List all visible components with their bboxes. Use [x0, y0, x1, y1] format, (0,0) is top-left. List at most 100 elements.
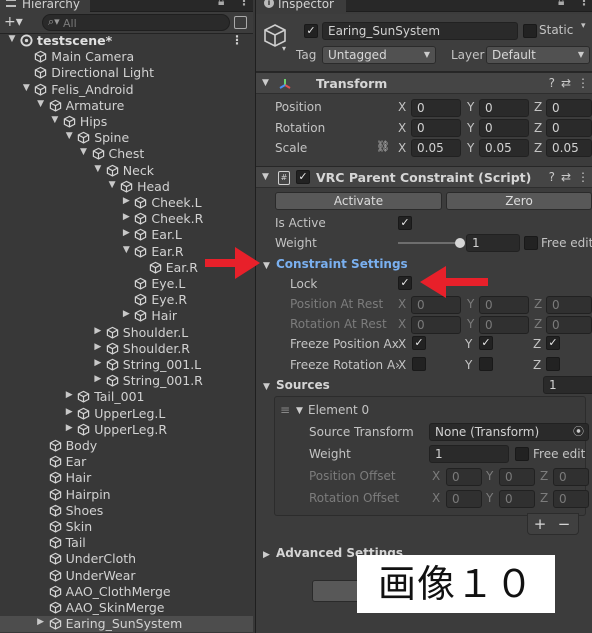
collapse-arrow-icon[interactable]: ▼	[262, 172, 269, 182]
hierarchy-row[interactable]: Skin	[0, 519, 253, 535]
expanded-arrow-icon[interactable]: ▼	[107, 180, 117, 190]
hierarchy-row[interactable]: ▶ String_001.R	[0, 373, 253, 389]
collapsed-arrow-icon[interactable]: ▶	[121, 212, 131, 222]
hierarchy-row[interactable]: ▼ testscene* ⋮	[0, 33, 253, 49]
hierarchy-row[interactable]: Body	[0, 438, 253, 454]
hierarchy-row[interactable]: Shoes	[0, 503, 253, 519]
remove-source-button[interactable]: −	[552, 514, 576, 534]
collapsed-arrow-icon[interactable]: ▶	[121, 196, 131, 206]
collapsed-arrow-icon[interactable]: ▶	[64, 407, 74, 417]
hierarchy-tab[interactable]: Hierarchy	[0, 0, 90, 12]
hierarchy-row[interactable]: ▶ Shoulder.L	[0, 325, 253, 341]
lock-checkbox[interactable]: ✓	[398, 276, 412, 290]
hierarchy-row[interactable]: ▶ UpperLeg.R	[0, 422, 253, 438]
drag-handle-icon[interactable]: ≡	[280, 403, 290, 417]
freeze-pos-y-checkbox[interactable]: ✓	[479, 336, 493, 350]
constraint-header[interactable]: ▼ # ✓ VRC Parent Constraint (Script) ? ⇄ ⋮	[256, 166, 592, 188]
inspector-tab[interactable]: i Inspector	[256, 0, 346, 12]
position-x-field[interactable]: 0	[411, 99, 461, 117]
scale-z-field[interactable]: 0.05	[546, 139, 592, 157]
freeze-rot-x-checkbox[interactable]	[412, 357, 426, 371]
constraint-settings-header[interactable]: Constraint Settings	[276, 257, 408, 271]
hierarchy-row[interactable]: ▶ Hair	[0, 308, 253, 324]
activate-button[interactable]: Activate	[275, 192, 442, 210]
hierarchy-row[interactable]: UnderCloth	[0, 551, 253, 567]
icon-dropdown-icon[interactable]: ▾	[282, 44, 286, 53]
is-active-checkbox[interactable]: ✓	[398, 216, 412, 230]
hierarchy-row[interactable]: ▶ UpperLeg.L	[0, 406, 253, 422]
expanded-arrow-icon[interactable]: ▼	[79, 147, 89, 157]
rotation-y-field[interactable]: 0	[479, 119, 529, 137]
expanded-arrow-icon[interactable]: ▼	[50, 115, 60, 125]
lock-icon[interactable]: 🔒︎	[218, 0, 224, 9]
collapsed-arrow-icon[interactable]: ▶	[121, 228, 131, 238]
window-menu-icon[interactable]: ⋮	[578, 0, 590, 8]
collapsed-arrow-icon[interactable]: ▶	[93, 342, 103, 352]
expanded-arrow-icon[interactable]: ▼	[64, 131, 74, 141]
free-edit-checkbox[interactable]	[524, 236, 538, 250]
hierarchy-row[interactable]: ▼ Head	[0, 179, 253, 195]
sources-header[interactable]: Sources	[276, 378, 330, 392]
weight-slider-thumb[interactable]	[455, 238, 465, 248]
object-name-field[interactable]: Earing_SunSystem	[322, 22, 518, 40]
component-menu-icon[interactable]: ⋮	[577, 170, 589, 184]
hierarchy-row[interactable]: Hairpin	[0, 487, 253, 503]
search-input[interactable]	[63, 16, 223, 30]
add-source-button[interactable]: +	[528, 514, 552, 534]
scene-menu-icon[interactable]: ⋮	[231, 33, 243, 47]
static-dropdown-icon[interactable]: ▾	[581, 21, 586, 31]
source-transform-field[interactable]: None (Transform) ⦿	[429, 423, 589, 441]
collapse-arrow-icon[interactable]: ▼	[296, 406, 303, 416]
static-checkbox[interactable]	[523, 24, 537, 38]
hierarchy-row[interactable]: Tail	[0, 535, 253, 551]
collapsed-arrow-icon[interactable]: ▶	[93, 358, 103, 368]
help-icon[interactable]: ?	[549, 170, 555, 184]
hierarchy-row[interactable]: ▶ Shoulder.R	[0, 341, 253, 357]
hierarchy-row[interactable]: ▶ Cheek.R	[0, 211, 253, 227]
scene-search-icon[interactable]	[234, 16, 247, 29]
scale-x-field[interactable]: 0.05	[411, 139, 461, 157]
zero-button[interactable]: Zero	[446, 192, 592, 210]
hierarchy-row[interactable]: UnderWear	[0, 568, 253, 584]
add-object-button[interactable]: +▾	[4, 14, 23, 30]
rotation-x-field[interactable]: 0	[411, 119, 461, 137]
window-menu-icon[interactable]: ⋮	[238, 0, 250, 8]
component-enabled-checkbox[interactable]: ✓	[296, 170, 310, 184]
hierarchy-row[interactable]: ▶ Tail_001	[0, 389, 253, 405]
position-z-field[interactable]: 0	[546, 99, 592, 117]
help-icon[interactable]: ?	[549, 76, 555, 90]
collapsed-arrow-icon[interactable]: ▶	[64, 423, 74, 433]
link-icon[interactable]: ⛓︎	[376, 140, 390, 153]
hierarchy-row[interactable]: Eye.R	[0, 292, 253, 308]
weight-field[interactable]: 1	[466, 234, 520, 252]
hierarchy-row[interactable]: Ear	[0, 454, 253, 470]
expanded-arrow-icon[interactable]: ▼	[121, 245, 131, 255]
hierarchy-row[interactable]: Hair	[0, 470, 253, 486]
hierarchy-row[interactable]: Directional Light	[0, 65, 253, 81]
element-weight-field[interactable]: 1	[429, 445, 509, 463]
freeze-rot-z-checkbox[interactable]	[546, 357, 560, 371]
component-menu-icon[interactable]: ⋮	[577, 76, 589, 90]
element-label[interactable]: Element 0	[308, 403, 369, 417]
expanded-arrow-icon[interactable]: ▼	[21, 83, 31, 93]
scale-y-field[interactable]: 0.05	[479, 139, 529, 157]
active-checkbox[interactable]: ✓	[304, 24, 318, 38]
collapsed-arrow-icon[interactable]: ▶	[64, 390, 74, 400]
weight-slider-track[interactable]	[398, 242, 460, 244]
freeze-pos-x-checkbox[interactable]: ✓	[412, 336, 426, 350]
hierarchy-row[interactable]: ▼ Neck	[0, 163, 253, 179]
preset-icon[interactable]: ⇄	[561, 76, 571, 90]
hierarchy-row[interactable]: ▼ Armature	[0, 98, 253, 114]
freeze-pos-z-checkbox[interactable]: ✓	[546, 336, 560, 350]
hierarchy-row[interactable]: ▼ Chest	[0, 146, 253, 162]
expanded-arrow-icon[interactable]: ▼	[93, 164, 103, 174]
sources-count-field[interactable]: 1	[543, 376, 592, 394]
layer-dropdown[interactable]: Default ▼	[486, 46, 590, 64]
hierarchy-row[interactable]: ▼ Spine	[0, 130, 253, 146]
hierarchy-row[interactable]: ▶ String_001.L	[0, 357, 253, 373]
collapse-arrow-icon[interactable]: ▼	[263, 261, 270, 271]
preset-icon[interactable]: ⇄	[561, 170, 571, 184]
hierarchy-row[interactable]: AAO_ClothMerge	[0, 584, 253, 600]
expand-arrow-icon[interactable]: ▶	[263, 550, 270, 560]
hierarchy-row[interactable]: ▶ Cheek.L	[0, 195, 253, 211]
